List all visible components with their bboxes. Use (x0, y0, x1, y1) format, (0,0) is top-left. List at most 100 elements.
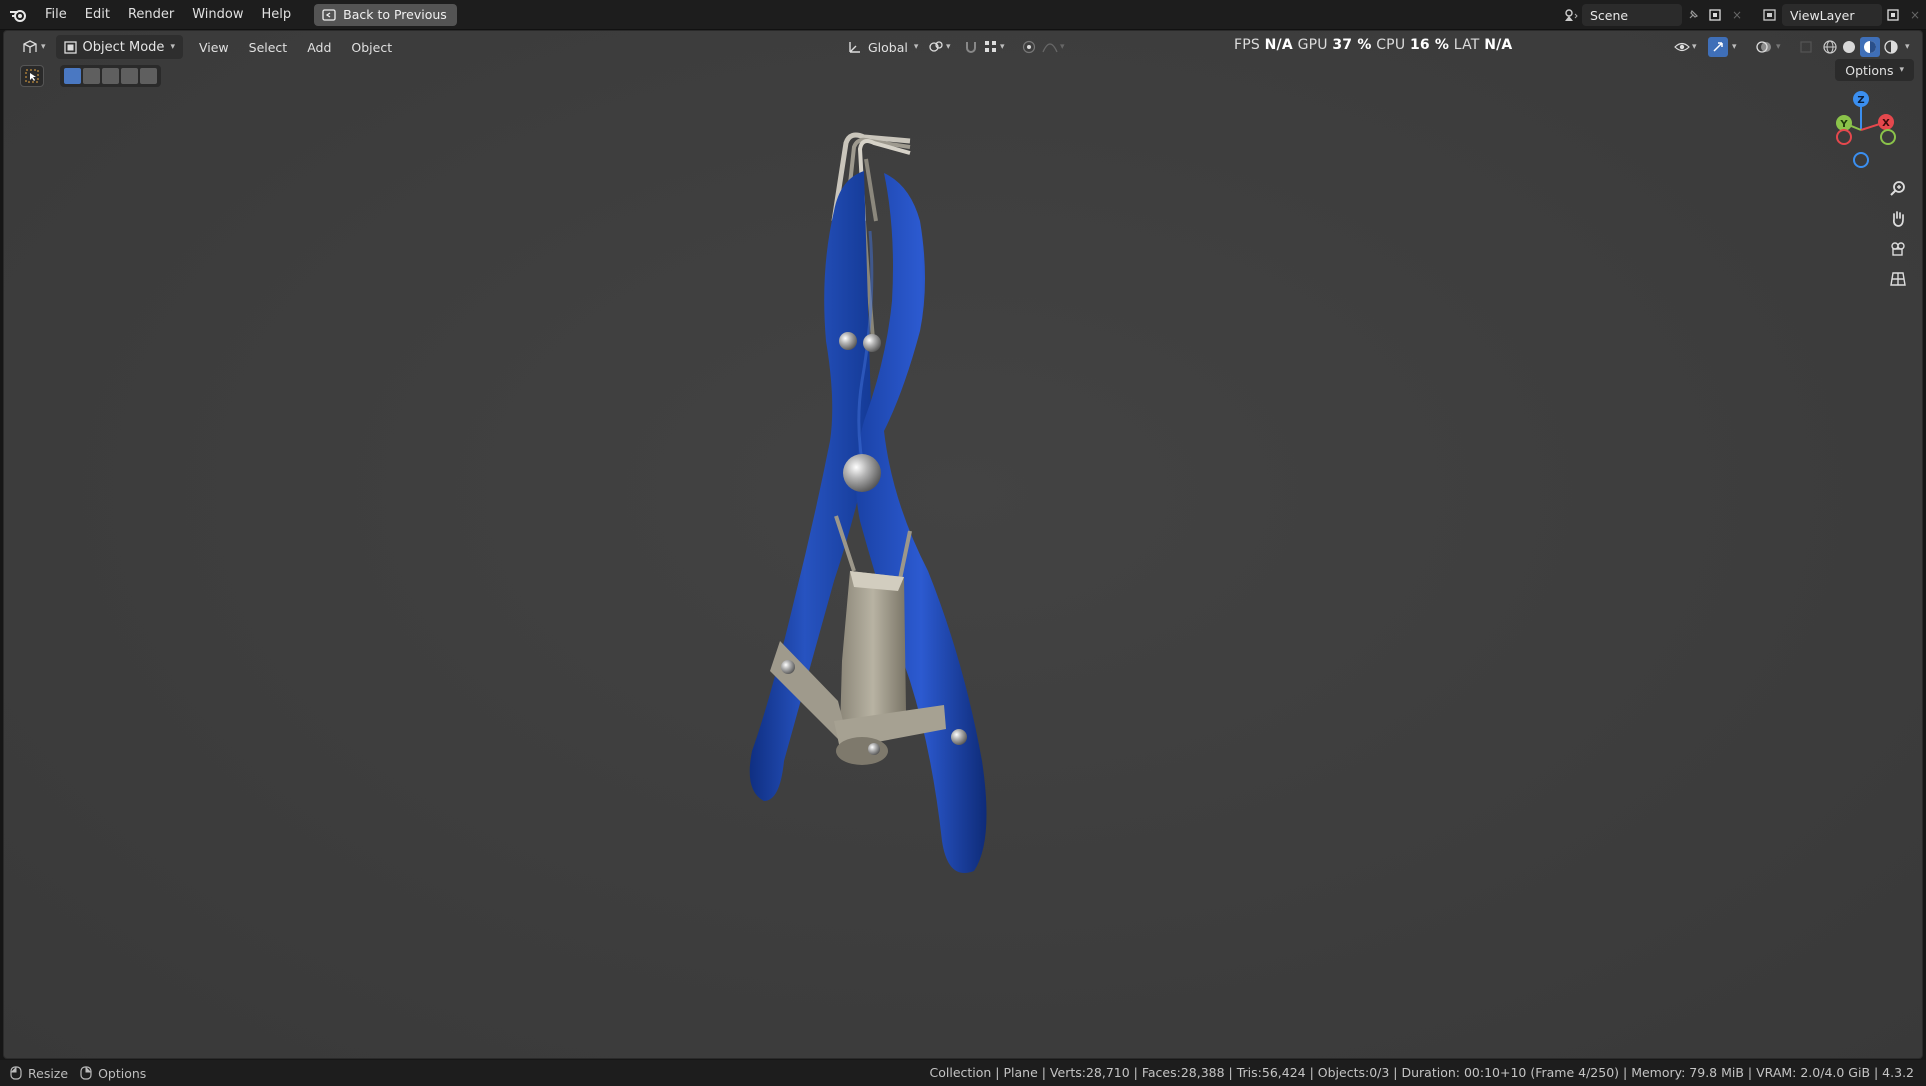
status-hints: Resize Options (10, 1066, 146, 1081)
menu-window[interactable]: Window (183, 0, 252, 30)
zoom-button[interactable] (1884, 175, 1912, 203)
solid-shading-icon[interactable] (1841, 39, 1857, 55)
view-layer-field[interactable]: ViewLayer (1782, 4, 1882, 26)
right-handle (855, 173, 987, 873)
new-scene-icon[interactable] (1704, 4, 1726, 26)
shading-modes: ▾ (1816, 35, 1916, 59)
gizmo-z-label: Z (1857, 95, 1864, 106)
xray-toggle[interactable] (1794, 35, 1818, 59)
tool-header-row (4, 63, 1922, 89)
view-layer-icon[interactable] (1760, 4, 1782, 26)
select-tool-button[interactable] (20, 65, 44, 87)
material-preview-button[interactable] (1860, 37, 1880, 57)
gizmo-toggle[interactable]: ▾ (1702, 35, 1743, 59)
scene-type-icon[interactable] (1560, 4, 1582, 26)
menu-view[interactable]: View (193, 35, 235, 59)
back-to-previous-button[interactable]: Back to Previous (314, 3, 457, 26)
camera-view-button[interactable] (1884, 235, 1912, 263)
3d-viewport[interactable]: ▾ Object Mode ▾ View Select Add Object G… (3, 30, 1923, 1059)
cpu-label: CPU (1376, 37, 1406, 53)
pivot-point-dropdown[interactable]: ▾ (922, 35, 957, 59)
performance-stats: FPS N/A GPU 37 % CPU 16 % LAT N/A (1234, 37, 1512, 53)
delete-view-layer-icon[interactable]: × (1904, 4, 1926, 26)
object-mode-dropdown[interactable]: Object Mode ▾ (55, 35, 183, 59)
select-subtract-icon[interactable] (102, 68, 119, 84)
proportional-edit-icon (1022, 40, 1036, 54)
delete-scene-icon[interactable]: × (1726, 4, 1748, 26)
status-options-label: Options (98, 1065, 147, 1081)
pan-button[interactable] (1884, 205, 1912, 233)
overlays-icon (1756, 41, 1771, 53)
menu-help[interactable]: Help (253, 0, 301, 30)
new-view-layer-icon[interactable] (1882, 4, 1904, 26)
mouse-right-icon (80, 1066, 92, 1080)
select-intersect-icon[interactable] (140, 68, 157, 84)
overlays-toggle[interactable]: ▾ (1750, 35, 1787, 59)
3d-viewport-icon (23, 40, 37, 53)
snap-target-dropdown[interactable]: ▾ (978, 35, 1011, 59)
menu-object[interactable]: Object (345, 35, 398, 59)
fps-value: N/A (1264, 37, 1293, 53)
gizmo-y-label: Y (1839, 119, 1848, 130)
blender-logo-icon[interactable] (0, 0, 36, 30)
status-resize-label: Resize (28, 1065, 69, 1081)
eye-icon (1674, 42, 1690, 52)
orientation-icon (849, 42, 860, 53)
viewport-header: ▾ Object Mode ▾ View Select Add Object G… (4, 31, 1922, 63)
scene-statistics: Collection | Plane | Verts:28,710 | Face… (929, 1065, 1915, 1080)
menu-file[interactable]: File (36, 0, 76, 30)
back-screen-icon (322, 8, 336, 21)
menu-add[interactable]: Add (301, 35, 337, 59)
rivet (868, 743, 880, 755)
xray-icon (1800, 41, 1812, 53)
snap-magnet-icon (966, 42, 976, 53)
top-menu-bar: File Edit Render Window Help Back to Pre… (0, 0, 1926, 30)
rivet (863, 334, 881, 352)
pliers-3d-model[interactable] (714, 101, 1054, 1051)
gizmo-z-negative[interactable] (1853, 152, 1869, 168)
select-new-icon[interactable] (64, 68, 81, 84)
wireframe-shading-icon[interactable] (1822, 39, 1838, 55)
perspective-toggle-button[interactable] (1884, 265, 1912, 293)
gizmo-x-label: X (1882, 118, 1890, 129)
lat-value: N/A (1484, 37, 1513, 53)
object-mode-label: Object Mode (82, 39, 165, 55)
fps-label: FPS (1234, 37, 1260, 53)
scene-name: Scene (1590, 7, 1629, 23)
scene-selector-group: Scene × ViewLayer × (1560, 4, 1926, 26)
scene-name-field[interactable]: Scene (1582, 4, 1682, 26)
rivet (951, 729, 967, 745)
snap-grid-icon (985, 41, 996, 52)
cpu-value: 16 % (1409, 37, 1450, 53)
gpu-value: 37 % (1332, 37, 1372, 53)
menu-select[interactable]: Select (243, 35, 294, 59)
lat-label: LAT (1453, 37, 1480, 53)
grid-perspective-icon (1890, 272, 1906, 286)
orientation-label: Global (868, 39, 908, 55)
rivet (781, 660, 795, 674)
viewport-options-button[interactable]: Options ▾ (1835, 59, 1914, 81)
view-layer-name: ViewLayer (1790, 7, 1855, 23)
falloff-dropdown[interactable]: ▾ (1036, 35, 1071, 59)
selection-mode-group (60, 65, 161, 87)
navigation-gizmo[interactable]: Z X Y (1816, 85, 1906, 175)
hand-pan-icon (1892, 211, 1904, 227)
menu-edit[interactable]: Edit (76, 0, 119, 30)
select-invert-icon[interactable] (121, 68, 138, 84)
menu-render[interactable]: Render (119, 0, 183, 30)
zoom-magnifier-icon (1890, 181, 1905, 196)
rendered-shading-icon[interactable] (1883, 39, 1899, 55)
select-extend-icon[interactable] (83, 68, 100, 84)
material-preview-icon (1864, 41, 1876, 53)
gizmo-x-negative[interactable] (1836, 129, 1852, 145)
transform-orientation-dropdown[interactable]: Global ▾ (842, 35, 924, 59)
pivot-rivet (843, 454, 881, 492)
rivet (839, 332, 857, 350)
gizmo-icon (1713, 42, 1723, 52)
gizmo-y-negative[interactable] (1880, 129, 1896, 145)
back-to-previous-label: Back to Previous (343, 7, 447, 22)
visibility-dropdown[interactable]: ▾ (1668, 35, 1703, 59)
falloff-curve-icon (1042, 43, 1058, 53)
pin-icon[interactable] (1682, 4, 1704, 26)
editor-type-button[interactable]: ▾ (16, 35, 52, 59)
